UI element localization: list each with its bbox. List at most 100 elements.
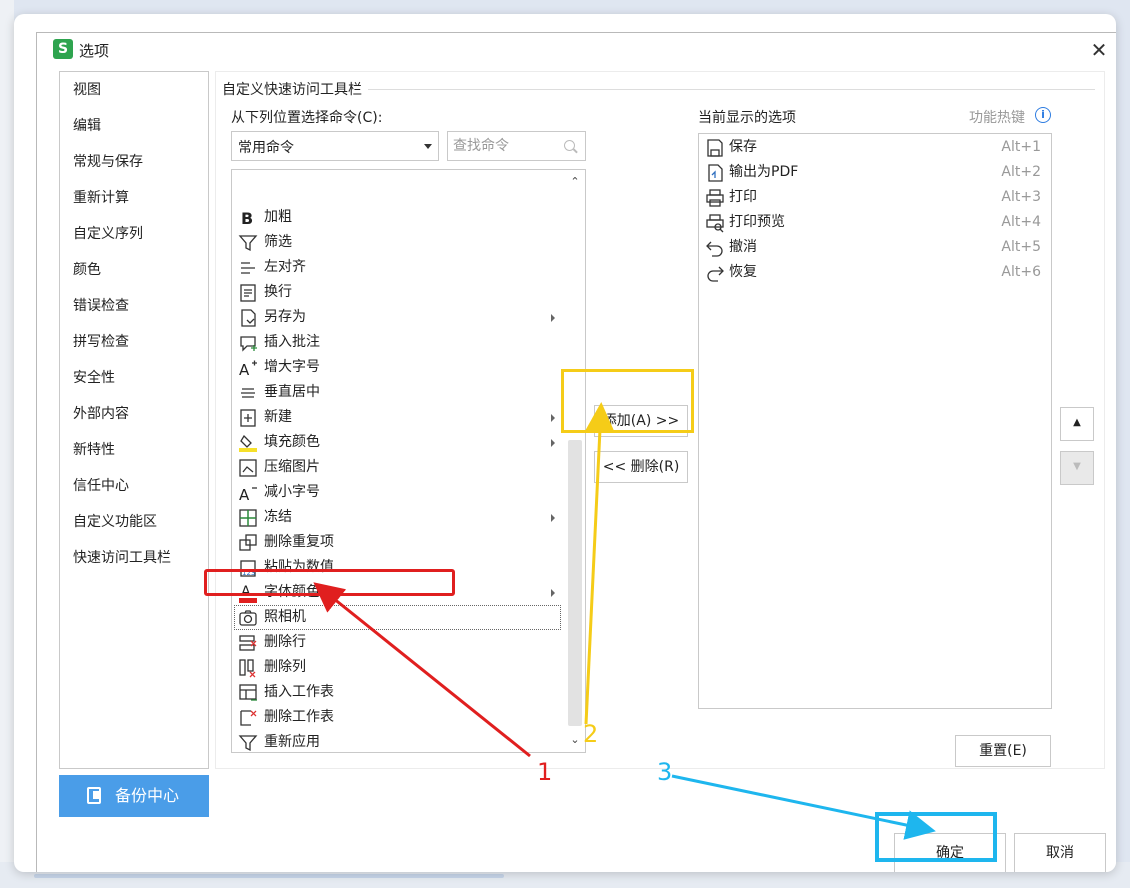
current-item[interactable]: 保存 Alt+1 — [701, 135, 1047, 160]
command-label: 新建 — [264, 409, 292, 425]
dialog-frame: S 选项 ✕ 视图 编辑 常规与保存 重新计算 自定义序列 颜色 错误检查 拼写检查 安全性 外部… — [14, 14, 1116, 872]
search-icon[interactable] — [564, 140, 575, 151]
filter-icon — [238, 235, 258, 252]
save-as-icon — [241, 309, 256, 327]
submenu-arrow-icon — [551, 439, 555, 447]
freeze-icon — [239, 509, 257, 527]
nav-item[interactable]: 安全性 — [60, 360, 208, 396]
choose-commands-label: 从下列位置选择命令(C): — [231, 110, 383, 126]
current-item-label: 撤消 — [729, 239, 757, 255]
command-item[interactable]: 左对齐 — [234, 255, 561, 280]
available-commands-list: ⌃ ⌄ B 加粗筛选左对齐换行另存为插入批注 A 增大字号垂直居中新建填充颜色 压缩图片… — [231, 169, 586, 753]
nav-item[interactable]: 新特性 — [60, 432, 208, 468]
remove-duplicates-icon — [239, 534, 257, 551]
submenu-arrow-icon — [551, 514, 555, 522]
undo-icon — [706, 241, 723, 257]
command-item[interactable]: 换行 — [234, 280, 561, 305]
command-item[interactable]: 照相机 — [234, 605, 561, 630]
command-item[interactable]: 筛选 — [234, 230, 561, 255]
command-label: 删除重复项 — [264, 534, 334, 550]
command-item[interactable]: B 加粗 — [234, 205, 561, 230]
spreadsheet-app-icon: S — [53, 39, 73, 59]
command-label: 减小字号 — [264, 484, 320, 500]
nav-item[interactable]: 视图 — [60, 72, 208, 108]
print-preview-icon — [706, 214, 724, 233]
current-item[interactable]: 恢复 Alt+6 — [701, 260, 1047, 285]
nav-item[interactable]: 拼写检查 — [60, 324, 208, 360]
current-items-list: 保存 Alt+1 输出为PDF Alt+2 打印 Alt+3 打印预览 Alt+4 撤消 Alt+… — [698, 133, 1052, 709]
command-item[interactable]: 删除重复项 — [234, 530, 561, 555]
current-item[interactable]: 打印 Alt+3 — [701, 185, 1047, 210]
svg-text:A: A — [239, 361, 250, 378]
move-up-button[interactable]: ▲ — [1060, 407, 1094, 441]
current-item-label: 保存 — [729, 139, 757, 155]
nav-item[interactable]: 外部内容 — [60, 396, 208, 432]
command-label: 冻结 — [264, 509, 292, 525]
command-label: 另存为 — [264, 309, 306, 325]
command-item[interactable]: 重新应用 — [234, 730, 561, 752]
background-left — [0, 0, 14, 888]
scroll-up-icon[interactable]: ⌃ — [565, 172, 585, 192]
vertical-center-icon — [241, 388, 255, 398]
nav-item[interactable]: 自定义功能区 — [60, 504, 208, 540]
bold-icon: B — [241, 209, 253, 228]
command-item[interactable]: 删除行 — [234, 630, 561, 655]
move-down-button[interactable]: ▼ — [1060, 451, 1094, 485]
delete-column-icon — [239, 659, 256, 678]
command-item[interactable]: 垂直居中 — [234, 380, 561, 405]
nav-item[interactable]: 错误检查 — [60, 288, 208, 324]
nav-item[interactable]: 重新计算 — [60, 180, 208, 216]
command-label: 垂直居中 — [264, 384, 320, 400]
current-item-hotkey: Alt+4 — [1001, 214, 1041, 230]
current-item[interactable]: 输出为PDF Alt+2 — [701, 160, 1047, 185]
reset-button[interactable]: 重置(E) — [955, 735, 1051, 767]
command-item[interactable]: 删除列 — [234, 655, 561, 680]
dropdown-arrow-icon — [424, 144, 432, 149]
command-search-input[interactable] — [451, 137, 559, 155]
command-label: 重新应用 — [264, 734, 320, 750]
current-item[interactable]: 打印预览 Alt+4 — [701, 210, 1047, 235]
align-left-icon — [241, 262, 255, 274]
nav-item[interactable]: 颜色 — [60, 252, 208, 288]
command-label: 删除列 — [264, 659, 306, 675]
command-label: 换行 — [264, 284, 292, 300]
backup-center-button[interactable]: 备份中心 — [59, 775, 209, 817]
delete-row-icon — [239, 635, 257, 651]
nav-item[interactable]: 快速访问工具栏 — [60, 540, 208, 576]
nav-item[interactable]: 编辑 — [60, 108, 208, 144]
insert-comment-icon — [240, 336, 257, 352]
info-icon[interactable]: i — [1035, 107, 1051, 123]
remove-button[interactable]: << 删除(R) — [594, 451, 688, 483]
hotkey-label: 功能热键 — [969, 110, 1025, 126]
command-label: 插入批注 — [264, 334, 320, 350]
current-item-hotkey: Alt+6 — [1001, 264, 1041, 280]
nav-item[interactable]: 信任中心 — [60, 468, 208, 504]
commands-category-select[interactable]: 常用命令 — [231, 131, 439, 161]
command-label: 左对齐 — [264, 259, 306, 275]
commands-scrollbar[interactable]: ⌃ ⌄ — [565, 170, 585, 752]
command-item[interactable]: 插入工作表 — [234, 680, 561, 705]
nav-item[interactable]: 自定义序列 — [60, 216, 208, 252]
close-button[interactable]: ✕ — [1085, 36, 1113, 64]
command-item[interactable]: 填充颜色 — [234, 430, 561, 455]
scrollbar-thumb[interactable] — [568, 440, 582, 726]
cancel-button[interactable]: 取消 — [1014, 833, 1106, 872]
command-label: 筛选 — [264, 234, 292, 250]
highlight-add-button — [561, 369, 694, 433]
command-item[interactable]: 删除工作表 — [234, 705, 561, 730]
command-item[interactable]: 压缩图片 — [234, 455, 561, 480]
commands-category-value: 常用命令 — [238, 140, 294, 156]
command-label: 插入工作表 — [264, 684, 334, 700]
command-label: 加粗 — [264, 209, 292, 225]
command-item[interactable]: 冻结 — [234, 505, 561, 530]
command-item[interactable]: 另存为 — [234, 305, 561, 330]
scroll-down-icon[interactable]: ⌄ — [565, 730, 585, 750]
command-item[interactable]: A 增大字号 — [234, 355, 561, 380]
current-item-hotkey: Alt+1 — [1001, 139, 1041, 155]
command-item[interactable]: A 减小字号 — [234, 480, 561, 505]
command-item[interactable]: 插入批注 — [234, 330, 561, 355]
nav-item[interactable]: 常规与保存 — [60, 144, 208, 180]
current-item[interactable]: 撤消 Alt+5 — [701, 235, 1047, 260]
compress-image-icon — [239, 459, 257, 477]
command-item[interactable]: 新建 — [234, 405, 561, 430]
